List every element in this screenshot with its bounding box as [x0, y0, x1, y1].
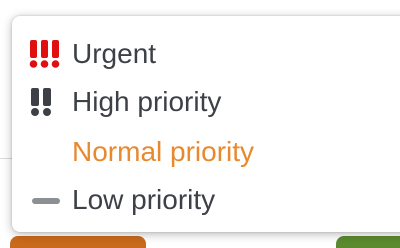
menu-item-label: Normal priority [72, 136, 255, 167]
double-exclamation-icon [28, 85, 62, 119]
menu-item-label: High priority [72, 86, 222, 117]
background-green-button [336, 236, 400, 248]
triple-exclamation-icon [28, 37, 62, 71]
menu-item-label: Urgent [72, 38, 157, 69]
menu-item-low-priority[interactable]: Low priority [12, 176, 400, 224]
background-orange-button [10, 236, 146, 248]
priority-dropdown-menu: Urgent High priority Normal priority Low… [12, 16, 400, 232]
dash-icon [28, 183, 62, 217]
menu-item-label: Low priority [72, 184, 216, 215]
menu-item-normal-priority[interactable]: Normal priority [12, 128, 400, 176]
menu-item-urgent[interactable]: Urgent [12, 30, 400, 78]
menu-item-high-priority[interactable]: High priority [12, 78, 400, 126]
screen: Urgent High priority Normal priority Low… [0, 0, 400, 248]
